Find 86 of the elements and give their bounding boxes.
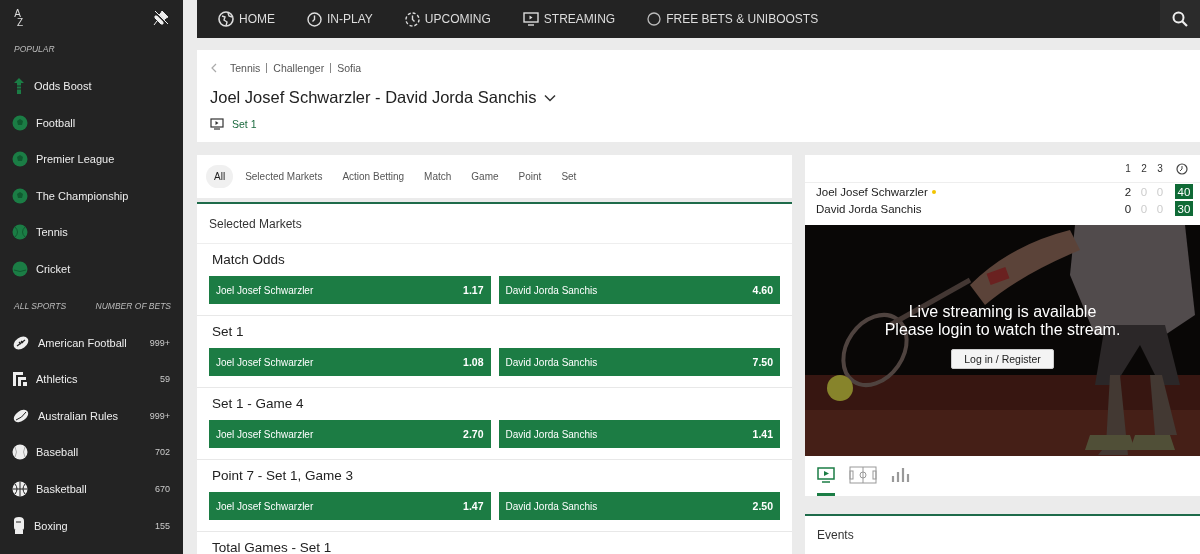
- cricket-ball-icon: [12, 260, 28, 277]
- market-title: Point 7 - Set 1, Game 3: [212, 468, 354, 483]
- clock-icon: [404, 11, 420, 27]
- timer-icon: [1176, 162, 1188, 175]
- arrow-up-icon: [12, 77, 26, 95]
- baseball-icon: [12, 444, 28, 461]
- sidebar-item[interactable]: Odds Boost: [0, 67, 183, 105]
- sidebar-item[interactable]: Baseball 702: [0, 434, 183, 471]
- market-title: Total Games - Set 1: [212, 540, 332, 554]
- section-heading: ALL SPORTS: [14, 300, 67, 311]
- column-heading: NUMBER OF BETS: [95, 300, 171, 311]
- sidebar-item[interactable]: Australian Rules 999+: [0, 397, 183, 435]
- filter-tab[interactable]: Set: [553, 165, 585, 188]
- nav-link[interactable]: FREE BETS & UNIBOOSTS: [647, 12, 819, 26]
- stream-message: Please login to watch the stream.: [884, 320, 1121, 339]
- filter-tab[interactable]: Selected Markets: [237, 165, 331, 188]
- filter-tab[interactable]: Point: [510, 165, 550, 188]
- circle-icon: [647, 12, 662, 26]
- play-screen-icon: [817, 466, 835, 483]
- market-title: Match Odds: [212, 252, 285, 267]
- odds-button[interactable]: David Jorda Sanchis 2.50: [498, 492, 780, 520]
- nav-link[interactable]: UPCOMING: [404, 11, 491, 27]
- market-title: Set 1 - Game 4: [212, 396, 304, 411]
- set-header: 3: [1156, 163, 1164, 174]
- odds-button[interactable]: David Jorda Sanchis 7.50: [498, 348, 780, 376]
- match-status: Set 1: [232, 118, 257, 130]
- chevron-down-icon[interactable]: [544, 93, 557, 102]
- filter-tab[interactable]: All: [206, 165, 234, 188]
- bar-chart-icon: [891, 466, 910, 483]
- market-title: Set 1: [212, 324, 244, 339]
- search-button[interactable]: [1160, 0, 1200, 38]
- login-button[interactable]: Log in / Register: [951, 348, 1054, 369]
- american-football-icon: [12, 334, 30, 351]
- set-header: 1: [1124, 163, 1132, 174]
- set-score: 2: [1123, 185, 1133, 198]
- sort-az-button[interactable]: A Z: [12, 9, 24, 27]
- globe-icon: [218, 11, 234, 27]
- search-icon: [1172, 11, 1188, 27]
- basketball-icon: [12, 480, 28, 497]
- sidebar-item[interactable]: The Championship: [0, 177, 183, 215]
- tennis-ball-icon: [12, 224, 28, 241]
- sidebar-item[interactable]: Cricket: [0, 250, 183, 288]
- nav-link[interactable]: IN-PLAY: [307, 11, 373, 27]
- filter-tab[interactable]: Game: [463, 165, 507, 188]
- stream-message: Live streaming is available: [908, 302, 1097, 321]
- filter-tab[interactable]: Match: [416, 165, 460, 188]
- breadcrumb-link[interactable]: Challenger: [266, 63, 325, 73]
- soccer-ball-icon: [12, 187, 28, 204]
- section-heading: Events: [817, 528, 854, 542]
- odds-button[interactable]: Joel Josef Schwarzler 1.08: [209, 348, 491, 376]
- odds-button[interactable]: David Jorda Sanchis 1.41: [498, 420, 780, 448]
- player-name: Joel Josef Schwarzler: [816, 185, 928, 198]
- filter-tab[interactable]: Action Betting: [334, 165, 413, 188]
- breadcrumb-link[interactable]: Sofia: [330, 63, 362, 73]
- sidebar-item[interactable]: American Football 999+: [0, 324, 183, 361]
- soccer-ball-icon: [12, 114, 28, 131]
- odds-button[interactable]: Joel Josef Schwarzler 1.47: [209, 492, 491, 520]
- nav-link[interactable]: STREAMING: [522, 12, 616, 26]
- hurdles-icon: [12, 371, 28, 388]
- pin-icon[interactable]: [153, 10, 169, 26]
- soccer-ball-icon: [12, 151, 28, 168]
- monitor-icon: [210, 118, 224, 130]
- set-header: 2: [1140, 163, 1148, 174]
- clock-icon: [307, 11, 322, 27]
- event-title: Joel Josef Schwarzler - David Jorda Sanchis: [210, 88, 537, 107]
- odds-button[interactable]: David Jorda Sanchis 4.60: [498, 276, 780, 304]
- sidebar-item[interactable]: Boxing 155: [0, 507, 183, 544]
- sidebar-item[interactable]: Basketball 670: [0, 470, 183, 508]
- sidebar-item[interactable]: Athletics 59: [0, 360, 183, 398]
- player-name: David Jorda Sanchis: [816, 202, 922, 215]
- odds-button[interactable]: Joel Josef Schwarzler 1.17: [209, 276, 491, 304]
- rugby-ball-icon: [12, 407, 30, 424]
- section-heading: POPULAR: [14, 44, 55, 54]
- sidebar-item[interactable]: Football: [0, 104, 183, 141]
- monitor-icon: [522, 12, 539, 26]
- breadcrumb-link[interactable]: Tennis: [230, 62, 261, 74]
- sidebar-item[interactable]: Tennis: [0, 214, 183, 251]
- section-heading: Selected Markets: [209, 216, 302, 231]
- game-points: 30: [1175, 201, 1193, 216]
- set-score: 0: [1123, 202, 1133, 215]
- nav-link[interactable]: HOME: [218, 11, 275, 27]
- game-points: 40: [1175, 184, 1193, 199]
- boxing-glove-icon: [12, 517, 26, 534]
- field-icon: [849, 464, 877, 485]
- sidebar-item[interactable]: Premier League: [0, 140, 183, 178]
- odds-button[interactable]: Joel Josef Schwarzler 2.70: [209, 420, 491, 448]
